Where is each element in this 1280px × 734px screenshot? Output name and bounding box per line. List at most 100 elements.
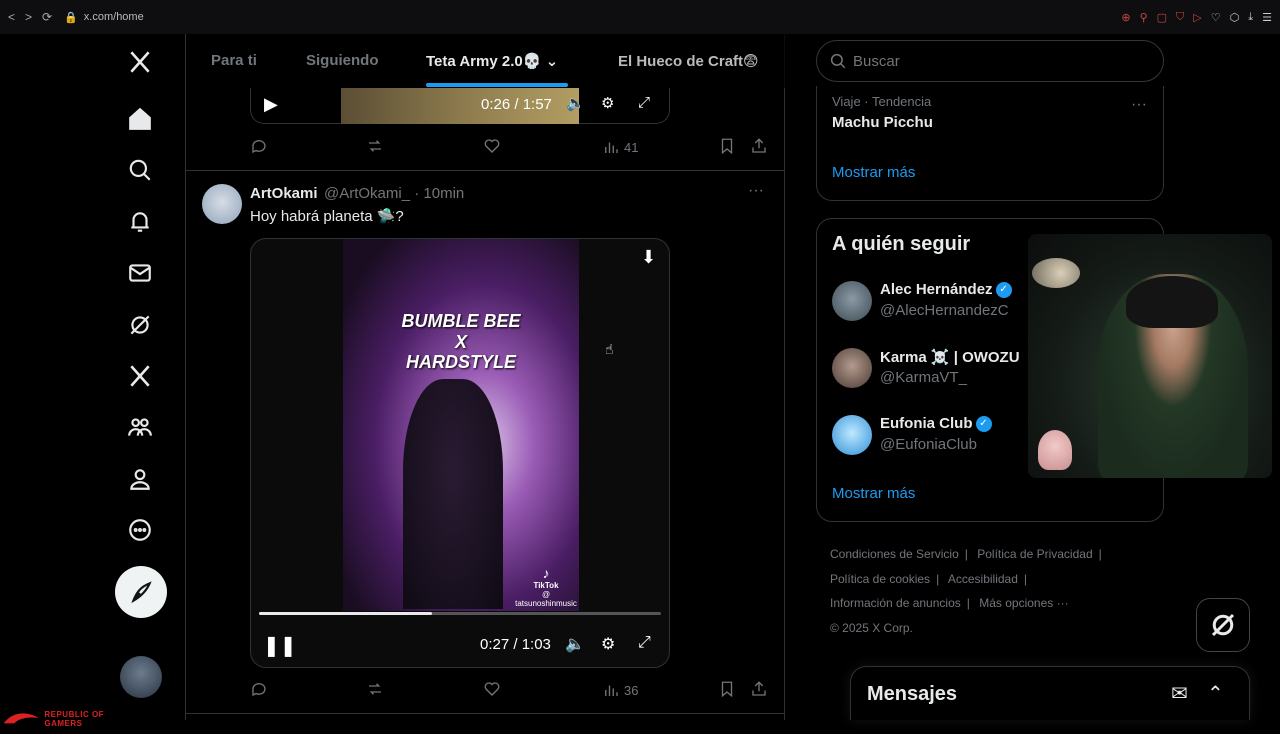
bookmark-icon: [721, 681, 733, 697]
tweet-video-player[interactable]: BUMBLE BEE X HARDSTYLE ♪ TikTok @ tatsun…: [250, 238, 670, 668]
repost-button[interactable]: [366, 137, 384, 158]
footer-link[interactable]: Política de cookies: [830, 572, 930, 586]
reply-button[interactable]: [250, 137, 268, 158]
fullscreen-icon[interactable]: ⤢: [638, 94, 650, 111]
heart-icon: [484, 681, 500, 696]
address-bar[interactable]: 🔒 x.com/home: [64, 11, 144, 24]
account-name: Eufonia Club ✓: [880, 415, 992, 433]
tweet-author-handle[interactable]: @ArtOkami_ · 10min: [324, 185, 464, 202]
account-avatar[interactable]: [120, 656, 162, 698]
heart-icon[interactable]: ♡: [1211, 11, 1221, 24]
mail-icon[interactable]: [115, 251, 165, 295]
reload-icon[interactable]: ⟳: [42, 10, 52, 24]
tweet-avatar[interactable]: [202, 184, 242, 224]
bookmark-icon: [721, 138, 733, 154]
shield-icon[interactable]: ⛉: [1176, 11, 1184, 24]
tweet-author-name[interactable]: ArtOkami: [250, 185, 318, 202]
account-name: Karma ☠️ | OWOZU: [880, 349, 1020, 366]
footer-links: Condiciones de Servicio | Política de Pri…: [830, 547, 1102, 635]
like-button[interactable]: [483, 680, 501, 701]
download-icon[interactable]: ⬇: [641, 247, 656, 268]
browser-extensions: ⊕ ⚲ ▢ ⛉ ▷ ♡ ⬡ ⤓ ☰: [1121, 11, 1272, 24]
tiktok-watermark: ♪ TikTok @ tatsunoshinmusic: [513, 565, 579, 608]
chevron-down-icon: ⌄: [545, 53, 559, 70]
grok-floating-button[interactable]: [1196, 598, 1250, 652]
forward-icon[interactable]: >: [25, 10, 32, 24]
profile-icon[interactable]: [115, 457, 165, 501]
home-icon[interactable]: [115, 97, 165, 141]
tab-para-ti[interactable]: Para ti: [211, 52, 257, 69]
download-icon[interactable]: ⤓: [1248, 11, 1253, 24]
footer-link[interactable]: Condiciones de Servicio: [830, 547, 959, 561]
fullscreen-icon[interactable]: ⤢: [638, 634, 651, 652]
views-button[interactable]: 41: [602, 138, 638, 156]
trend-more-icon[interactable]: ···: [1131, 96, 1147, 114]
share-button[interactable]: [750, 137, 768, 158]
footer-link[interactable]: Política de Privacidad: [977, 547, 1092, 561]
settings-icon[interactable]: ⚙: [601, 94, 614, 112]
active-tab-indicator: [426, 83, 568, 87]
pause-icon[interactable]: ❚❚: [263, 633, 297, 658]
settings-icon[interactable]: ⚙: [601, 634, 615, 654]
avatar: [832, 348, 872, 388]
rog-logo: REPUBLIC OF GAMERS: [2, 704, 132, 734]
more-options-icon[interactable]: ···: [748, 182, 764, 200]
bell-icon[interactable]: [115, 200, 165, 244]
search-input[interactable]: Buscar: [816, 40, 1164, 82]
premium-x-icon[interactable]: [115, 354, 165, 398]
footer-link[interactable]: Accesibilidad: [948, 572, 1018, 586]
tab-el-hueco-de-craft[interactable]: El Hueco de Craft😨: [618, 52, 759, 70]
expand-icon[interactable]: ⌃: [1207, 681, 1224, 706]
square-icon[interactable]: ▢: [1157, 11, 1167, 24]
trends-box: Viaje · Tendencia Machu Picchu ··· Mostr…: [816, 86, 1164, 201]
communities-icon[interactable]: [115, 405, 165, 449]
volume-icon[interactable]: 🔈: [566, 94, 585, 112]
tab-siguiendo[interactable]: Siguiendo: [306, 52, 379, 69]
play-icon[interactable]: ▷: [1193, 11, 1201, 24]
video-overlay-line1: BUMBLE BEE: [401, 311, 521, 331]
more-circle-icon[interactable]: [115, 508, 165, 552]
zoom-icon[interactable]: ⊕: [1121, 11, 1130, 24]
reply-icon: [252, 139, 266, 153]
x-logo-icon[interactable]: [115, 40, 165, 84]
reply-icon: [252, 682, 266, 696]
bookmark-button[interactable]: [718, 137, 736, 158]
like-button[interactable]: [483, 137, 501, 158]
search-icon[interactable]: [115, 148, 165, 192]
previous-video-player[interactable]: ▶ 0:26 / 1:57 🔈 ⚙ ⤢: [250, 88, 670, 124]
tab-teta-army[interactable]: Teta Army 2.0💀 ⌄: [426, 52, 558, 70]
menu-icon[interactable]: ☰: [1262, 11, 1272, 24]
footer-link[interactable]: Información de anuncios: [830, 596, 961, 610]
follow-show-more-link[interactable]: Mostrar más: [832, 485, 915, 502]
pin-icon[interactable]: ⚲: [1140, 11, 1148, 24]
search-icon: [830, 53, 846, 69]
avatar: [832, 281, 872, 321]
sticker-image: [1038, 430, 1072, 470]
reply-button[interactable]: [250, 680, 268, 701]
bookmark-button[interactable]: [718, 680, 736, 701]
search-placeholder: Buscar: [853, 52, 900, 70]
share-button[interactable]: [750, 680, 768, 701]
new-message-icon[interactable]: ✉: [1171, 681, 1188, 706]
back-icon[interactable]: <: [8, 10, 15, 24]
repost-button[interactable]: [366, 680, 384, 701]
trend-title[interactable]: Machu Picchu: [832, 114, 933, 131]
lock-icon: 🔒: [64, 11, 78, 24]
video-progress-bar[interactable]: [259, 612, 661, 615]
cube-icon[interactable]: ⬡: [1230, 11, 1240, 24]
views-button[interactable]: 36: [602, 681, 638, 699]
messages-title: Mensajes: [867, 683, 958, 705]
compose-post-button[interactable]: [115, 566, 167, 618]
chart-icon: [605, 685, 618, 696]
video-progress-fill: [259, 612, 432, 615]
volume-icon[interactable]: 🔈: [565, 634, 585, 654]
play-icon[interactable]: ▶: [264, 94, 278, 115]
messages-drawer[interactable]: Mensajes ✉ ⌃: [850, 666, 1250, 720]
trends-show-more-link[interactable]: Mostrar más: [832, 164, 915, 181]
url-text: x.com/home: [83, 11, 144, 23]
timeline-tabs: Para ti Siguiendo Teta Army 2.0💀 ⌄ El Hu…: [186, 34, 785, 88]
tweet-time: · 10min: [414, 185, 465, 202]
tweet-divider: [186, 170, 785, 171]
grok-icon[interactable]: [115, 303, 165, 347]
footer-link[interactable]: Más opciones ···: [979, 596, 1068, 610]
